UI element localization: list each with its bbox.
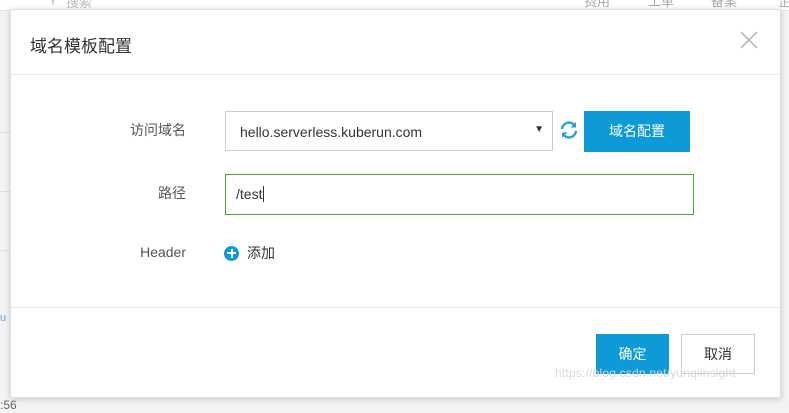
add-header-label: 添加	[247, 245, 275, 261]
plus-circle-icon	[224, 245, 239, 261]
add-header-button[interactable]: 添加	[224, 243, 275, 263]
domain-label: 访问域名	[130, 122, 186, 138]
background-time-text: :56	[0, 398, 17, 412]
background-divider	[0, 132, 10, 133]
refresh-icon	[560, 121, 578, 139]
text-caret	[263, 186, 265, 202]
header-label: Header	[140, 244, 186, 260]
background-divider	[0, 250, 10, 251]
domain-config-button[interactable]: 域名配置	[584, 111, 690, 152]
path-input-value: /test	[236, 186, 263, 202]
background-side-text: u	[0, 312, 7, 324]
close-button[interactable]	[737, 28, 761, 52]
domain-select-value: hello.serverless.kuberun.com	[240, 124, 423, 140]
domain-template-dialog: 域名模板配置 访问域名 hello.serverless.kuberun.com…	[10, 9, 781, 398]
path-label: 路径	[158, 185, 186, 201]
refresh-button[interactable]	[558, 119, 580, 141]
dialog-footer: 确定 取消	[11, 307, 780, 398]
background-divider	[0, 191, 10, 192]
domain-select[interactable]: hello.serverless.kuberun.com ▼	[225, 111, 553, 151]
search-icon: ⚲	[48, 0, 58, 7]
caret-down-icon: ▼	[534, 124, 544, 135]
dialog-header: 域名模板配置	[11, 10, 780, 75]
path-input[interactable]: /test	[225, 174, 694, 215]
dialog-title: 域名模板配置	[30, 37, 132, 56]
close-icon	[740, 31, 758, 49]
watermark-text: https://blog.csdn.net/yunqiinsight	[555, 366, 736, 380]
